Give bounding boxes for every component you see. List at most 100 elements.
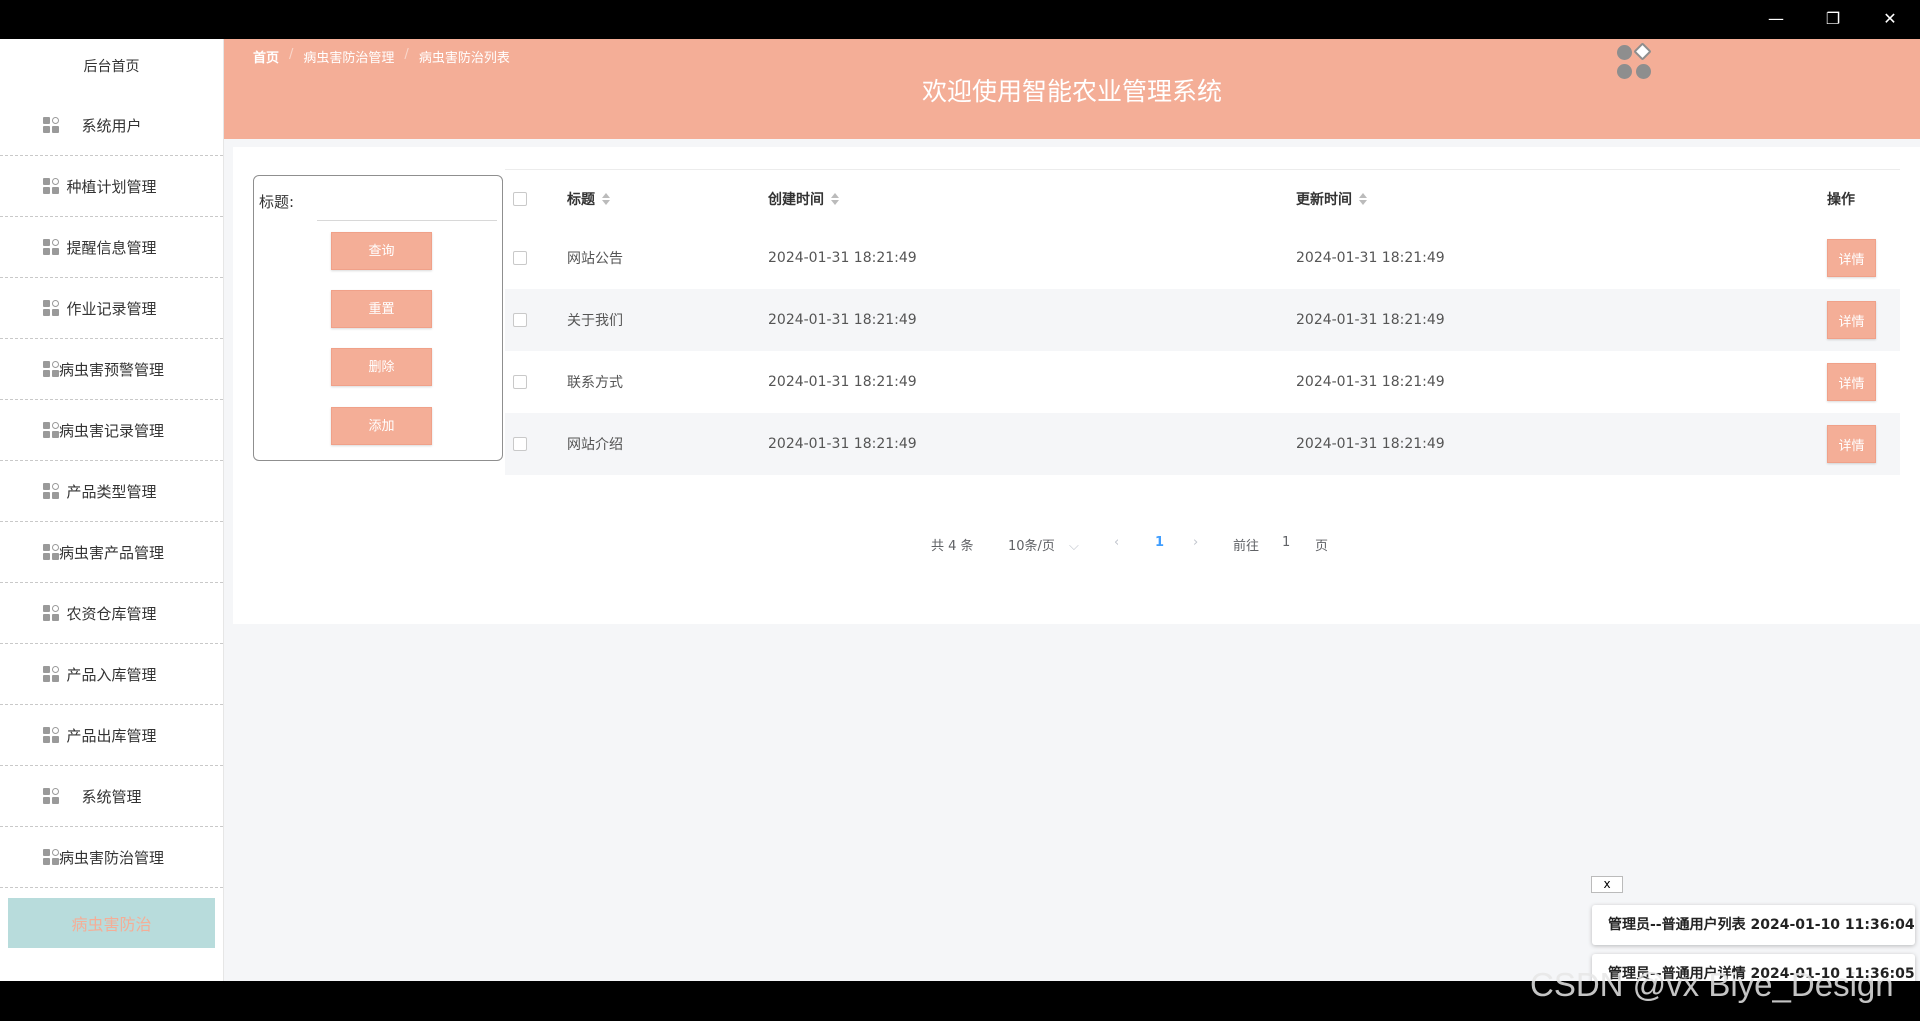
sidebar-item[interactable]: 农资仓库管理 (0, 583, 223, 644)
row-action-cell: 详情 (1827, 227, 1876, 289)
history-tab[interactable]: 管理员--普通用户列表 2024-01-10 11:36:04 (1592, 905, 1915, 945)
sidebar: 后台首页 系统用户种植计划管理 提醒信息管理作业记录管理 病虫害预警管理 病虫害记录管… (0, 39, 224, 981)
menu-grid-icon (43, 300, 61, 316)
query-button[interactable]: 查询 (331, 232, 432, 270)
header-title-cell[interactable]: 标题 (567, 170, 610, 227)
row-title: 联系方式 (567, 375, 623, 391)
window-titlebar: — ❐ ✕ (0, 0, 1920, 39)
sidebar-item-label: 种植计划管理 (66, 177, 157, 196)
title-search-label: 标题: (259, 193, 295, 211)
detail-button[interactable]: 详情 (1827, 239, 1876, 277)
row-select-cell (513, 413, 527, 475)
sidebar-item[interactable]: 种植计划管理 (0, 156, 223, 217)
breadcrumb-separator: / (289, 47, 294, 62)
title-search-input[interactable] (317, 188, 497, 221)
row-title: 关于我们 (567, 313, 623, 329)
sort-icon[interactable] (602, 192, 610, 205)
row-checkbox[interactable] (513, 437, 527, 451)
row-title: 网站公告 (567, 251, 623, 267)
sidebar-item[interactable]: 病虫害记录管理 (0, 400, 223, 461)
menu-grid-icon (43, 178, 61, 194)
sidebar-item[interactable]: 病虫害产品管理 (0, 522, 223, 583)
watermark-text: CSDN @vx Biye_Design (1530, 966, 1894, 1003)
row-checkbox[interactable] (513, 313, 527, 327)
page-size-value: 10条/页 (1008, 539, 1055, 554)
row-updated-time: 2024-01-31 18:21:49 (1296, 374, 1445, 390)
goto-prefix: 前往 (1233, 539, 1260, 554)
detail-button[interactable]: 详情 (1827, 425, 1876, 463)
reset-button[interactable]: 重置 (331, 290, 432, 328)
sidebar-item-label: 产品类型管理 (66, 482, 157, 501)
header-created-cell[interactable]: 创建时间 (768, 170, 839, 227)
table-row: 网站公告 2024-01-31 18:21:49 2024-01-31 18:21:… (505, 227, 1900, 289)
data-table: 标题 创建时间 更新时间 操作 网站公告 2024-01-31 18:21:49 2… (505, 169, 1900, 475)
page-size-select[interactable]: 10条/页 ⌵ (1008, 535, 1079, 554)
row-created-time: 2024-01-31 18:21:49 (768, 312, 917, 328)
breadcrumb-home[interactable]: 首页 (253, 47, 279, 66)
next-page-icon[interactable]: › (1193, 535, 1198, 550)
sidebar-item[interactable]: 系统管理 (0, 766, 223, 827)
select-all-checkbox[interactable] (513, 191, 527, 206)
row-select-cell (513, 227, 527, 289)
row-updated-time: 2024-01-31 18:21:49 (1296, 250, 1445, 266)
header-updated-cell[interactable]: 更新时间 (1296, 170, 1367, 227)
menu-grid-icon (43, 483, 61, 499)
detail-button[interactable]: 详情 (1827, 301, 1876, 339)
delete-button[interactable]: 删除 (331, 348, 432, 386)
menu-grid-icon (43, 849, 61, 865)
content-card: 标题: 查询 重置 删除 添加 标题 创建时间 更新时间 操作 网站公告 2024… (233, 147, 1920, 624)
sidebar-item-label: 病虫害产品管理 (58, 543, 164, 562)
search-panel: 标题: 查询 重置 删除 添加 (253, 175, 503, 461)
restore-icon[interactable]: ❐ (1813, 6, 1853, 32)
page-number-current[interactable]: 1 (1155, 535, 1164, 550)
row-checkbox[interactable] (513, 251, 527, 265)
pagination-total: 共 4 条 (931, 539, 974, 554)
sidebar-item-label: 系统管理 (81, 787, 142, 806)
detail-button[interactable]: 详情 (1827, 363, 1876, 401)
menu-grid-icon (43, 605, 61, 621)
sidebar-item-label: 病虫害防治管理 (58, 848, 164, 867)
row-select-cell (513, 289, 527, 351)
menu-grid-icon (43, 666, 61, 682)
row-checkbox[interactable] (513, 375, 527, 389)
menu-grid-icon (43, 422, 61, 438)
row-title: 网站介绍 (567, 437, 623, 453)
sidebar-item[interactable]: 系统用户 (0, 95, 223, 156)
row-action-cell: 详情 (1827, 289, 1876, 351)
sidebar-item-label: 提醒信息管理 (66, 238, 157, 257)
row-action-cell: 详情 (1827, 351, 1876, 413)
sort-icon[interactable] (831, 192, 839, 205)
table-row: 网站介绍 2024-01-31 18:21:49 2024-01-31 18:21:… (505, 413, 1900, 475)
header-title-label: 标题 (567, 191, 595, 208)
row-created-time: 2024-01-31 18:21:49 (768, 374, 917, 390)
sidebar-home-link[interactable]: 后台首页 (0, 39, 223, 95)
sidebar-item[interactable]: 作业记录管理 (0, 278, 223, 339)
menu-grid-icon (43, 239, 61, 255)
close-window-icon[interactable]: ✕ (1870, 6, 1910, 32)
header-action-label: 操作 (1827, 191, 1855, 208)
sidebar-item[interactable]: 产品出库管理 (0, 705, 223, 766)
menu-grid-icon (43, 788, 61, 804)
row-select-cell (513, 351, 527, 413)
goto-page-input[interactable]: 1 (1282, 535, 1290, 550)
sidebar-item[interactable]: 病虫害防治管理 (0, 827, 223, 888)
sidebar-item-label: 系统用户 (81, 116, 142, 135)
menu-grid-icon (43, 727, 61, 743)
sort-icon[interactable] (1359, 192, 1367, 205)
sidebar-menu: 系统用户种植计划管理 提醒信息管理作业记录管理 病虫害预警管理 病虫害记录管理产品类型… (0, 95, 223, 888)
header-updated-label: 更新时间 (1296, 191, 1352, 208)
menu-grid-icon (43, 544, 61, 560)
close-tabs-button[interactable]: x (1591, 876, 1623, 893)
prev-page-icon[interactable]: ‹ (1114, 535, 1119, 550)
minimize-icon[interactable]: — (1756, 6, 1796, 32)
breadcrumb-section[interactable]: 病虫害防治管理 (303, 47, 394, 66)
sidebar-item[interactable]: 产品入库管理 (0, 644, 223, 705)
sidebar-item[interactable]: 病虫害预警管理 (0, 339, 223, 400)
page-title: 欢迎使用智能农业管理系统 (921, 77, 1222, 106)
sidebar-active-item[interactable]: 病虫害防治 (8, 898, 215, 948)
sidebar-item[interactable]: 提醒信息管理 (0, 217, 223, 278)
sidebar-item-label: 产品入库管理 (66, 665, 157, 684)
table-body: 网站公告 2024-01-31 18:21:49 2024-01-31 18:21:… (505, 227, 1900, 475)
add-button[interactable]: 添加 (331, 407, 432, 445)
sidebar-item[interactable]: 产品类型管理 (0, 461, 223, 522)
